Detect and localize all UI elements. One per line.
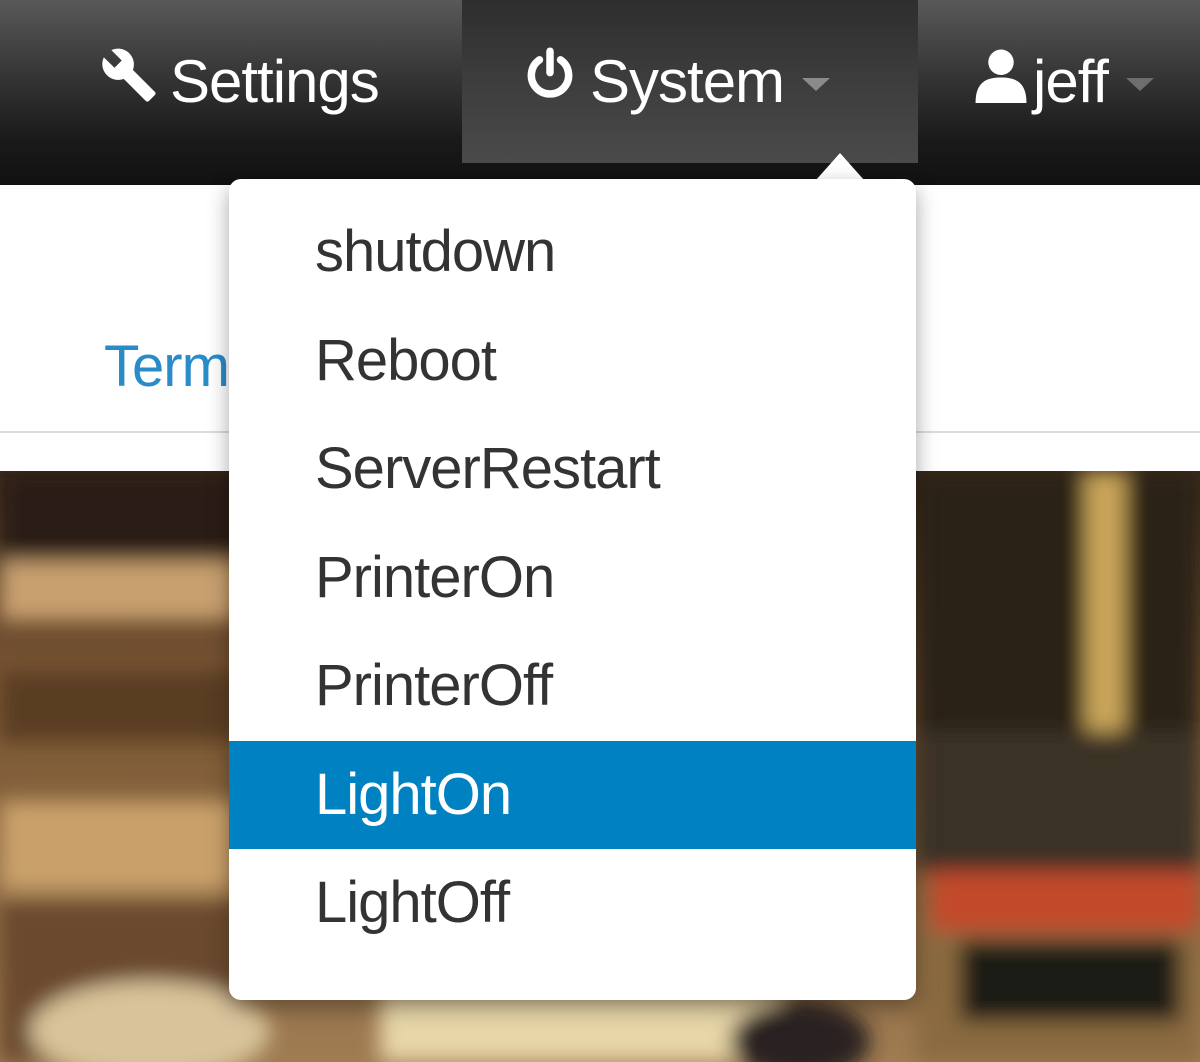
nav-system-label: System (590, 48, 785, 115)
menu-item-printer-off[interactable]: PrinterOff (229, 632, 916, 741)
menu-item-light-on[interactable]: LightOn (229, 740, 916, 849)
nav-user-dropdown-toggle[interactable]: jeff (975, 0, 1200, 163)
nav-system-dropdown-toggle[interactable]: System (462, 0, 918, 163)
power-icon (522, 46, 578, 117)
menu-item-server-restart[interactable]: ServerRestart (229, 415, 916, 524)
top-navbar: Settings System jeff (0, 0, 1200, 185)
chevron-down-icon (1125, 78, 1154, 91)
user-icon (975, 47, 1027, 117)
menu-item-reboot[interactable]: Reboot (229, 307, 916, 416)
menu-item-printer-on[interactable]: PrinterOn (229, 524, 916, 633)
system-menu-list: shutdown Reboot ServerRestart PrinterOn … (229, 179, 916, 958)
tab-terminal[interactable]: Term (104, 333, 230, 400)
nav-settings-label: Settings (170, 48, 380, 115)
menu-item-light-off[interactable]: LightOff (229, 849, 916, 958)
nav-user-label: jeff (1033, 48, 1109, 115)
dropdown-pointer (816, 153, 864, 180)
chevron-down-icon (802, 78, 831, 91)
menu-item-shutdown[interactable]: shutdown (229, 198, 916, 307)
wrench-icon (100, 46, 158, 118)
nav-settings[interactable]: Settings (100, 0, 420, 163)
system-dropdown-menu: shutdown Reboot ServerRestart PrinterOn … (229, 179, 916, 1000)
